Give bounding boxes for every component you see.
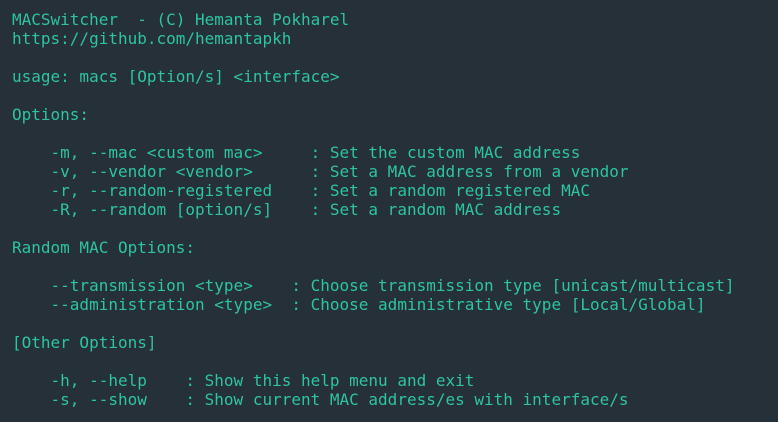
option-help-line: -h, --help : Show this help menu and exi…: [12, 371, 475, 390]
terminal-window[interactable]: MACSwitcher - (C) Hemanta Pokharel https…: [0, 0, 778, 422]
option-random-registered-line: -r, --random-registered : Set a random r…: [12, 181, 590, 200]
option-vendor-line: -v, --vendor <vendor> : Set a MAC addres…: [12, 162, 629, 181]
header-url-line: https://github.com/hemantapkh: [12, 29, 292, 48]
option-administration-line: --administration <type> : Choose adminis…: [12, 295, 706, 314]
option-show-line: -s, --show : Show current MAC address/es…: [12, 390, 629, 409]
usage-line: usage: macs [Option/s] <interface>: [12, 67, 340, 86]
option-mac-line: -m, --mac <custom mac> : Set the custom …: [12, 143, 581, 162]
random-mac-options-heading: Random MAC Options:: [12, 238, 196, 257]
option-transmission-line: --transmission <type> : Choose transmiss…: [12, 276, 735, 295]
header-title-line: MACSwitcher - (C) Hemanta Pokharel: [12, 10, 350, 29]
option-random-line: -R, --random [option/s] : Set a random M…: [12, 200, 562, 219]
options-heading: Options:: [12, 105, 90, 124]
other-options-heading: [Other Options]: [12, 333, 157, 352]
